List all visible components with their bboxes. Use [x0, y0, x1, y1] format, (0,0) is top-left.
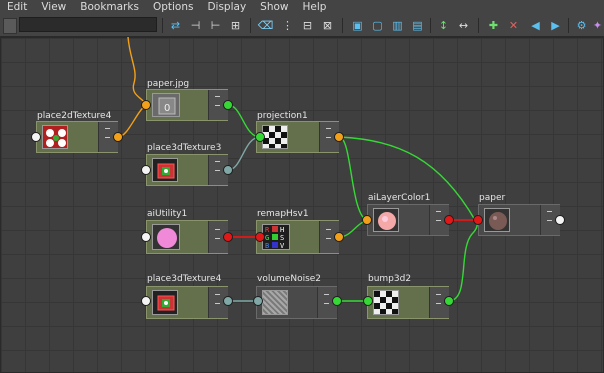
input-port[interactable] — [141, 165, 151, 175]
connection-wire — [127, 36, 147, 106]
layer-color-sphere-swatch — [373, 208, 399, 232]
input-port[interactable] — [31, 132, 41, 142]
rgb-hsv-swatch: R G B H S V — [262, 224, 290, 250]
node-title: aiUtility1 — [147, 209, 188, 219]
node-title: paper.jpg — [147, 79, 190, 89]
output-port[interactable] — [223, 232, 233, 242]
node-title: place2dTexture4 — [37, 111, 112, 121]
place2d-swatch — [42, 125, 68, 149]
svg-text:0: 0 — [164, 103, 170, 114]
rgb-hsv-letter: G — [265, 234, 270, 242]
node-title: remapHsv1 — [257, 209, 309, 219]
rgb-hsv-letter: R — [265, 226, 270, 234]
output-port[interactable] — [444, 296, 454, 306]
rgb-hsv-letter: S — [280, 234, 285, 242]
input-port[interactable] — [255, 132, 265, 142]
input-port[interactable] — [363, 296, 373, 306]
output-port[interactable] — [223, 296, 233, 306]
node-title: place3dTexture4 — [147, 274, 222, 284]
material-sphere-swatch — [484, 208, 510, 232]
rgb-hsv-letter: H — [280, 226, 285, 234]
input-port[interactable] — [362, 215, 372, 225]
output-port[interactable] — [332, 296, 342, 306]
connection-wire — [448, 219, 479, 302]
output-port[interactable] — [334, 132, 344, 142]
output-port[interactable] — [223, 100, 233, 110]
input-port[interactable] — [253, 296, 263, 306]
output-port[interactable] — [555, 215, 565, 225]
file-image-swatch: 0 — [152, 93, 180, 117]
node-title: projection1 — [257, 111, 308, 121]
node-title: paper — [479, 193, 506, 203]
output-port[interactable] — [444, 215, 454, 225]
node-title: bump3d2 — [368, 274, 412, 284]
input-port[interactable] — [473, 215, 483, 225]
input-port[interactable] — [255, 232, 265, 242]
output-port[interactable] — [113, 132, 123, 142]
noise-swatch — [262, 290, 288, 315]
output-port[interactable] — [334, 232, 344, 242]
checker-swatch — [373, 290, 399, 315]
place3d-swatch — [152, 290, 178, 315]
connection-wire — [338, 136, 367, 221]
node-title: place3dTexture3 — [147, 143, 222, 153]
pink-sphere-swatch — [152, 224, 180, 250]
rgb-hsv-letter: V — [280, 242, 285, 250]
input-port[interactable] — [141, 100, 151, 110]
node-title: volumeNoise2 — [257, 274, 322, 284]
checker-swatch — [262, 125, 288, 149]
rgb-hsv-letter: B — [265, 242, 270, 250]
node-title: aiLayerColor1 — [368, 193, 431, 203]
connection-wire — [117, 104, 147, 138]
place3d-swatch — [152, 158, 178, 182]
input-port[interactable] — [141, 232, 151, 242]
input-port[interactable] — [141, 296, 151, 306]
output-port[interactable] — [223, 165, 233, 175]
